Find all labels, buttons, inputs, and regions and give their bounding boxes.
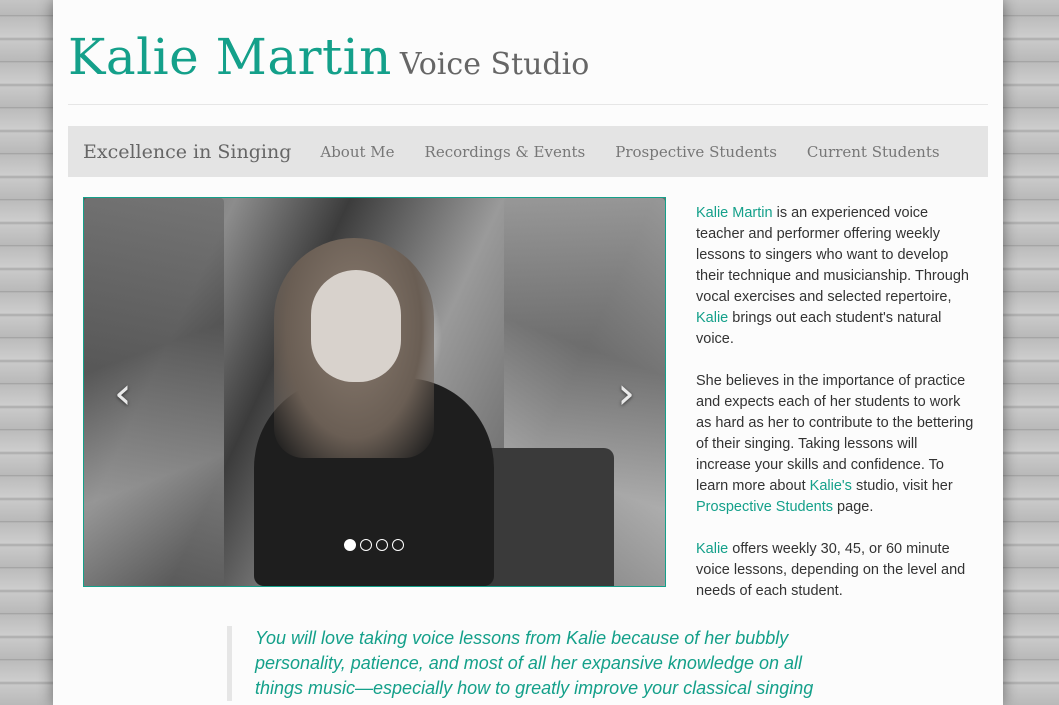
site-title[interactable]: Kalie Martin	[68, 28, 392, 86]
navbar-brand[interactable]: Excellence in Singing	[83, 141, 291, 163]
carousel-next-icon[interactable]: ›	[617, 368, 635, 419]
nav-item-prospective-students[interactable]: Prospective Students	[615, 143, 777, 161]
name-link[interactable]: Kalie	[696, 310, 728, 326]
intro-text-fragment: She believes in the importance of practi…	[696, 373, 974, 494]
nav-item-recordings-events[interactable]: Recordings & Events	[425, 143, 586, 161]
prospective-students-link[interactable]: Prospective Students	[696, 499, 833, 515]
intro-text-fragment: brings out each student's natural voice.	[696, 310, 942, 347]
rock-texture	[84, 198, 224, 586]
testimonial-quote: You will love taking voice lessons from …	[227, 626, 815, 701]
carousel-indicator[interactable]	[392, 539, 404, 551]
carousel-indicator[interactable]	[344, 539, 356, 551]
site-header: Kalie Martin Voice Studio	[68, 28, 589, 86]
intro-text-fragment: page.	[833, 499, 874, 515]
photo-face	[311, 270, 401, 382]
photo-carousel[interactable]: ‹ ›	[83, 197, 666, 587]
carousel-indicator[interactable]	[376, 539, 388, 551]
carousel-indicator[interactable]	[360, 539, 372, 551]
nav-item-about-me[interactable]: About Me	[320, 143, 394, 161]
nav-item-current-students[interactable]: Current Students	[807, 143, 940, 161]
carousel-prev-icon[interactable]: ‹	[114, 368, 132, 419]
intro-text-fragment: studio, visit her	[851, 478, 953, 494]
name-link[interactable]: Kalie's	[810, 478, 852, 494]
testimonial-text: You will love taking voice lessons from …	[255, 628, 814, 698]
header-divider	[68, 104, 988, 105]
name-link[interactable]: Kalie	[696, 541, 728, 557]
intro-text-fragment: offers weekly 30, 45, or 60 minute voice…	[696, 541, 966, 599]
slide-photo	[254, 238, 614, 586]
intro-paragraph-3: Kalie offers weekly 30, 45, or 60 minute…	[696, 539, 974, 602]
page-container: Kalie Martin Voice Studio Excellence in S…	[53, 0, 1003, 705]
main-navbar: Excellence in Singing About Me Recording…	[68, 126, 988, 177]
intro-text: Kalie Martin is an experienced voice tea…	[696, 203, 974, 623]
intro-paragraph-2: She believes in the importance of practi…	[696, 371, 974, 518]
intro-paragraph-1: Kalie Martin is an experienced voice tea…	[696, 203, 974, 350]
site-subtitle: Voice Studio	[399, 47, 590, 82]
carousel-indicators	[344, 539, 404, 551]
name-link[interactable]: Kalie Martin	[696, 205, 773, 221]
